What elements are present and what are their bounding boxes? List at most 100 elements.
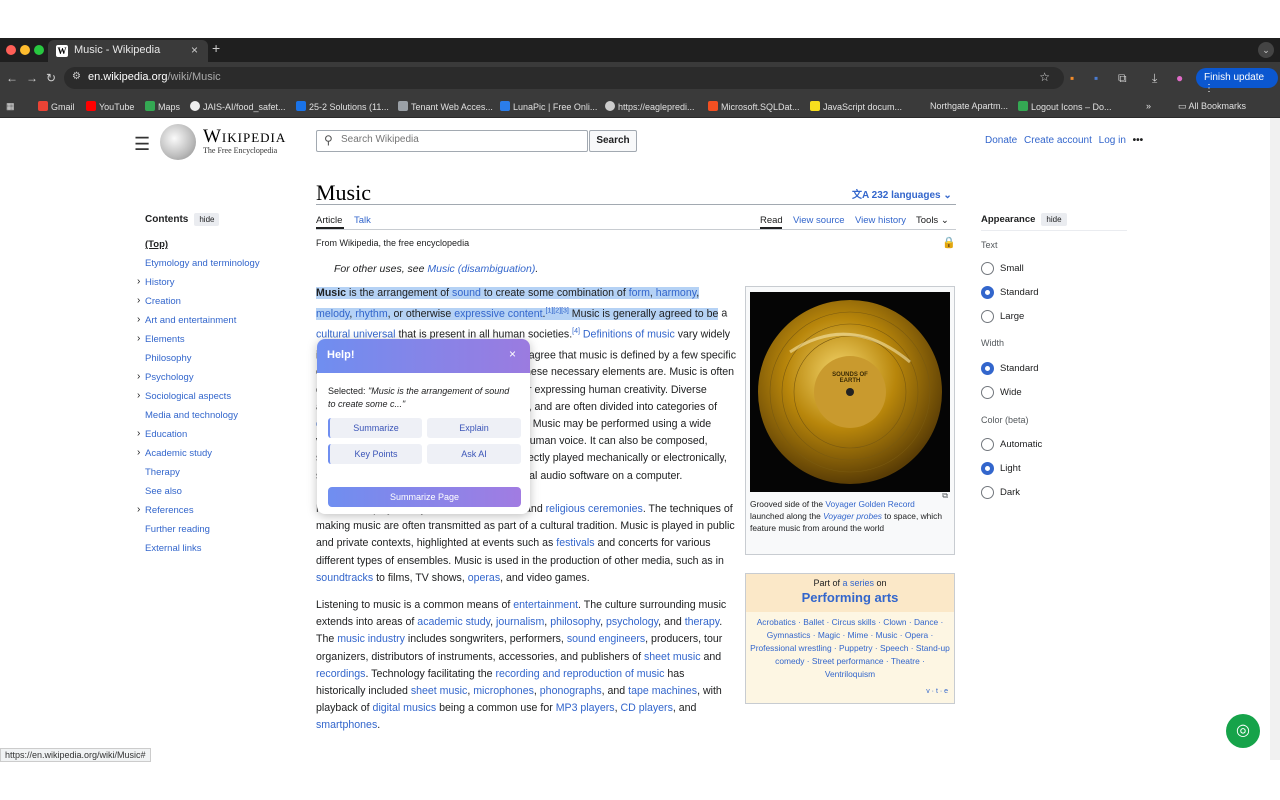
bookmark-maps[interactable]: Maps <box>145 101 180 112</box>
bookmark-gmail[interactable]: Gmail <box>38 101 75 112</box>
tab-view-source[interactable]: View source <box>793 215 845 226</box>
tab-talk[interactable]: Talk <box>354 215 371 226</box>
radio-button[interactable] <box>981 438 994 451</box>
voyager-probes-link[interactable]: Voyager probes <box>823 511 882 521</box>
address-bar[interactable]: ⚙ en.wikipedia.org/wiki/Music ☆ <box>64 67 1064 89</box>
close-window-icon[interactable] <box>6 45 16 55</box>
download-icon[interactable]: ⤓ <box>1152 71 1157 86</box>
radio-label[interactable]: Dark <box>1000 487 1020 498</box>
minimize-window-icon[interactable] <box>20 45 30 55</box>
bookmark-northgate[interactable]: Northgate Apartm... <box>930 101 1008 111</box>
radio-button[interactable] <box>981 310 994 323</box>
chevron-right-icon[interactable]: › <box>137 390 140 401</box>
radio-button[interactable] <box>981 386 994 399</box>
radio-button[interactable] <box>981 262 994 275</box>
page-scrollbar[interactable] <box>1270 118 1280 760</box>
tab-view-history[interactable]: View history <box>855 215 906 226</box>
profile-avatar[interactable]: ● <box>1176 71 1183 85</box>
chevron-right-icon[interactable]: › <box>137 371 140 382</box>
series-link[interactable]: a series <box>842 578 874 588</box>
reload-icon[interactable]: ↻ <box>46 71 56 85</box>
apps-grid-icon[interactable]: ▦ <box>6 101 15 112</box>
radio-button[interactable] <box>981 462 994 475</box>
bookmark-logout-icons[interactable]: Logout Icons – Do... <box>1018 101 1112 112</box>
toc-item[interactable]: › References <box>137 504 194 516</box>
chevron-right-icon[interactable]: › <box>137 276 140 287</box>
voyager-golden-record-image[interactable]: SOUNDS OF EARTH <box>750 292 950 492</box>
key-points-button[interactable]: Key Points <box>328 444 422 464</box>
tab-search-icon[interactable]: ⌄ <box>1258 42 1274 58</box>
chevron-right-icon[interactable]: › <box>137 447 140 458</box>
toc-hide-button[interactable]: hide <box>194 213 220 226</box>
bookmark-lunapic[interactable]: LunaPic | Free Onli... <box>500 101 597 112</box>
radio-button[interactable] <box>981 486 994 499</box>
toc-item[interactable]: External links <box>145 543 202 554</box>
bookmark-star-icon[interactable]: ☆ <box>1039 70 1050 84</box>
login-link[interactable]: Log in <box>1099 135 1126 146</box>
donate-link[interactable]: Donate <box>985 135 1017 146</box>
finish-update-button[interactable]: Finish update ⋮ <box>1196 68 1278 94</box>
toc-item[interactable]: Media and technology <box>145 410 238 421</box>
wikipedia-globe-logo[interactable] <box>160 124 196 160</box>
toc-item[interactable]: (Top) <box>145 239 168 250</box>
appearance-hide-button[interactable]: hide <box>1041 213 1067 226</box>
search-input[interactable] <box>341 134 581 145</box>
language-selector[interactable]: 文A 232 languages ⌄ <box>852 186 952 201</box>
radio-button[interactable] <box>981 362 994 375</box>
extensions-puzzle-icon[interactable]: ⧉ <box>1118 71 1127 86</box>
back-icon[interactable]: ← <box>6 71 18 85</box>
radio-label[interactable]: Automatic <box>1000 439 1042 450</box>
create-account-link[interactable]: Create account <box>1024 135 1092 146</box>
bookmark-25-2[interactable]: 25-2 Solutions (11... <box>296 101 389 112</box>
chevron-right-icon[interactable]: › <box>137 295 140 306</box>
chevron-right-icon[interactable]: › <box>137 314 140 325</box>
radio-label[interactable]: Wide <box>1000 387 1022 398</box>
radio-label[interactable]: Small <box>1000 263 1024 274</box>
more-bookmarks-icon[interactable]: » <box>1146 101 1151 111</box>
chevron-right-icon[interactable]: › <box>137 504 140 515</box>
toc-item[interactable]: › Academic study <box>137 447 212 459</box>
bookmark-javascript[interactable]: JavaScript docum... <box>810 101 902 112</box>
extension-icon[interactable]: ▪ <box>1070 71 1074 85</box>
tab-article[interactable]: Article <box>316 215 342 226</box>
new-tab-button[interactable]: + <box>212 40 220 56</box>
toc-item[interactable]: Etymology and terminology <box>145 258 260 269</box>
search-button[interactable]: Search <box>589 130 637 152</box>
navbox-vte[interactable]: v · t · e <box>926 688 948 695</box>
bookmark-sqldat[interactable]: Microsoft.SQLDat... <box>708 101 800 112</box>
chevron-right-icon[interactable]: › <box>137 333 140 344</box>
popup-close-icon[interactable]: × <box>509 347 516 361</box>
extension-icon[interactable]: ▪ <box>1094 71 1098 85</box>
site-info-icon[interactable]: ⚙ <box>72 71 81 82</box>
radio-label[interactable]: Standard <box>1000 363 1039 374</box>
toc-item[interactable]: › Art and entertainment <box>137 314 236 326</box>
bookmark-tenant[interactable]: Tenant Web Acces... <box>398 101 493 112</box>
toc-item[interactable]: Further reading <box>145 524 210 535</box>
toc-item[interactable]: Philosophy <box>145 353 191 364</box>
tab-close-icon[interactable]: × <box>191 43 198 57</box>
toc-item[interactable]: › Elements <box>137 333 185 345</box>
toc-item[interactable]: › Education <box>137 428 187 440</box>
summarize-button[interactable]: Summarize <box>328 418 422 438</box>
summarize-page-button[interactable]: Summarize Page <box>328 487 521 507</box>
wikipedia-wordmark[interactable]: Wikipedia <box>203 126 286 148</box>
more-options-icon[interactable]: ••• <box>1133 135 1144 146</box>
toc-item[interactable]: Therapy <box>145 467 180 478</box>
tab-read[interactable]: Read <box>760 215 783 226</box>
browser-tab-music[interactable]: W Music - Wikipedia × <box>48 40 208 62</box>
toc-item[interactable]: See also <box>145 486 182 497</box>
radio-label[interactable]: Standard <box>1000 287 1039 298</box>
search-box[interactable]: ⚲ <box>316 130 588 152</box>
maximize-window-icon[interactable] <box>34 45 44 55</box>
explain-button[interactable]: Explain <box>427 418 521 438</box>
bookmark-github[interactable]: JAIS-AI/food_safet... <box>190 101 286 112</box>
ask-ai-button[interactable]: Ask AI <box>427 444 521 464</box>
toc-item[interactable]: › Sociological aspects <box>137 390 231 402</box>
tools-menu[interactable]: Tools ⌄ <box>916 215 949 226</box>
radio-label[interactable]: Large <box>1000 311 1024 322</box>
voyager-golden-record-link[interactable]: Voyager Golden Record <box>825 499 914 509</box>
bookmark-youtube[interactable]: YouTube <box>86 101 134 112</box>
radio-button[interactable] <box>981 286 994 299</box>
assistant-fab-icon[interactable]: ◎ <box>1226 714 1260 748</box>
toc-item[interactable]: › Creation <box>137 295 181 307</box>
